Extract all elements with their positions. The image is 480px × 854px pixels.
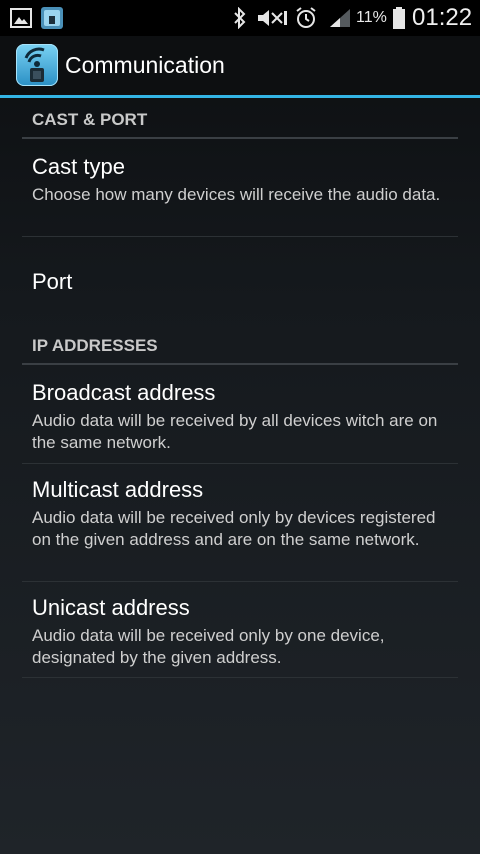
list-divider xyxy=(22,677,458,678)
pref-summary: Choose how many devices will receive the… xyxy=(32,185,441,204)
pref-cast-type[interactable]: Cast type Choose how many devices will r… xyxy=(0,140,480,236)
pref-summary: Audio data will be received only by devi… xyxy=(32,508,436,549)
pref-unicast-address[interactable]: Unicast address Audio data will be recei… xyxy=(0,582,480,678)
section-header-ip-addresses: IP ADDRESSES xyxy=(32,336,158,355)
pref-title: Broadcast address xyxy=(32,380,216,405)
bluetooth-icon xyxy=(232,0,248,36)
section-header-cast-port: CAST & PORT xyxy=(32,110,148,129)
pref-title: Multicast address xyxy=(32,477,204,502)
pref-title: Cast type xyxy=(32,154,125,179)
alarm-icon xyxy=(294,0,318,36)
pref-port[interactable]: Port xyxy=(0,237,480,327)
pref-title: Unicast address xyxy=(32,595,190,620)
pref-summary: Audio data will be received only by one … xyxy=(32,626,385,667)
signal-icon xyxy=(328,0,352,36)
section-divider xyxy=(22,137,458,139)
mute-icon xyxy=(256,0,290,36)
battery-percentage: 11% xyxy=(356,9,387,26)
pref-broadcast-address[interactable]: Broadcast address Audio data will be rec… xyxy=(0,366,480,462)
pref-summary: Audio data will be received by all devic… xyxy=(32,411,438,452)
status-bar: 11% 01:22 xyxy=(0,0,480,36)
status-clock: 01:22 xyxy=(412,4,473,31)
pref-multicast-address[interactable]: Multicast address Audio data will be rec… xyxy=(0,464,480,581)
pref-title: Port xyxy=(32,269,73,294)
section-divider xyxy=(22,363,458,365)
page-title: Communication xyxy=(65,52,225,78)
app-notification-icon xyxy=(40,0,64,36)
app-logo-icon[interactable] xyxy=(16,44,58,86)
battery-icon xyxy=(392,0,406,36)
picture-notification-icon xyxy=(10,0,32,36)
action-bar-accent-line xyxy=(0,95,480,98)
